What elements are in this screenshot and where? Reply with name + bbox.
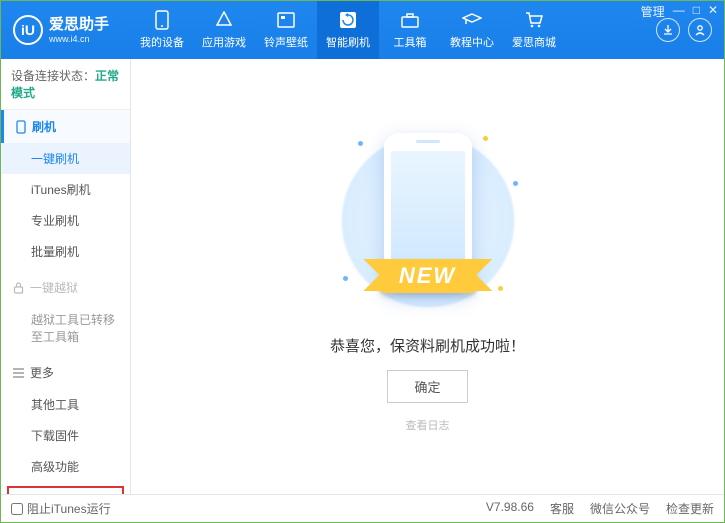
menu-icon: [13, 368, 24, 378]
status-bar: 阻止iTunes运行 V7.98.66 客服 微信公众号 检查更新: [1, 494, 724, 522]
phone-small-icon: [16, 120, 26, 134]
sidebar: 设备连接状态：正常模式 刷机 一键刷机 iTunes刷机 专业刷机 批量刷机 一…: [1, 59, 131, 494]
toolbox-icon: [400, 10, 420, 30]
brand-url: www.i4.cn: [49, 34, 109, 45]
phone-icon: [152, 10, 172, 30]
nav-label: 工具箱: [394, 34, 427, 50]
section-title: 一键越狱: [30, 279, 78, 296]
brand-logo-icon: iU: [13, 15, 43, 45]
sidebar-item-itunes[interactable]: iTunes刷机: [1, 174, 130, 205]
link-update[interactable]: 检查更新: [666, 500, 714, 517]
close-button[interactable]: ✕: [708, 3, 718, 20]
sidebar-item-other[interactable]: 其他工具: [1, 389, 130, 420]
sidebar-item-oneclick[interactable]: 一键刷机: [1, 143, 130, 174]
link-wechat[interactable]: 微信公众号: [590, 500, 650, 517]
nav-my-device[interactable]: 我的设备: [131, 1, 193, 59]
nav-label: 智能刷机: [326, 34, 370, 50]
options-highlighted: 自动激活 跳过向导: [7, 486, 124, 494]
success-illustration: NEW: [328, 121, 528, 321]
version-label: V7.98.66: [486, 500, 534, 517]
app-window: iU 爱思助手 www.i4.cn 我的设备 应用游戏 铃声壁纸 智能刷机 工具…: [0, 0, 725, 523]
nav-apps[interactable]: 应用游戏: [193, 1, 255, 59]
maximize-button[interactable]: □: [693, 3, 700, 20]
skin-button[interactable]: 管理: [641, 3, 665, 20]
nav-toolbox[interactable]: 工具箱: [379, 1, 441, 59]
nav-label: 爱思商城: [512, 34, 556, 50]
brand-name: 爱思助手: [49, 16, 109, 34]
nav-ringtone[interactable]: 铃声壁纸: [255, 1, 317, 59]
connection-status: 设备连接状态：正常模式: [1, 59, 130, 110]
sidebar-item-firmware[interactable]: 下载固件: [1, 420, 130, 451]
nav-label: 教程中心: [450, 34, 494, 50]
top-nav: 我的设备 应用游戏 铃声壁纸 智能刷机 工具箱 教程中心 爱思商城: [131, 1, 656, 59]
download-button[interactable]: [656, 18, 680, 42]
success-message: 恭喜您，保资料刷机成功啦！: [330, 335, 525, 356]
new-ribbon: NEW: [381, 259, 474, 293]
nav-store[interactable]: 爱思商城: [503, 1, 565, 59]
section-jailbreak[interactable]: 一键越狱: [1, 271, 130, 304]
sidebar-item-batch[interactable]: 批量刷机: [1, 236, 130, 267]
sidebar-item-advanced[interactable]: 高级功能: [1, 451, 130, 482]
nav-label: 我的设备: [140, 34, 184, 50]
link-support[interactable]: 客服: [550, 500, 574, 517]
section-title: 刷机: [32, 118, 56, 135]
refresh-icon: [338, 10, 358, 30]
title-bar: iU 爱思助手 www.i4.cn 我的设备 应用游戏 铃声壁纸 智能刷机 工具…: [1, 1, 724, 59]
section-title: 更多: [30, 364, 54, 381]
nav-flash[interactable]: 智能刷机: [317, 1, 379, 59]
window-controls: 管理 — □ ✕: [641, 3, 718, 20]
main-content: NEW 恭喜您，保资料刷机成功啦！ 确定 查看日志: [131, 59, 724, 494]
cart-icon: [524, 10, 544, 30]
lock-icon: [13, 282, 24, 294]
sidebar-item-pro[interactable]: 专业刷机: [1, 205, 130, 236]
brand: iU 爱思助手 www.i4.cn: [1, 1, 131, 59]
minimize-button[interactable]: —: [673, 3, 685, 20]
section-more[interactable]: 更多: [1, 356, 130, 389]
grad-cap-icon: [462, 10, 482, 30]
section-flash[interactable]: 刷机: [1, 110, 130, 143]
checkbox-input[interactable]: [11, 503, 23, 515]
nav-tutorial[interactable]: 教程中心: [441, 1, 503, 59]
checkbox-label: 阻止iTunes运行: [27, 500, 111, 517]
status-label: 设备连接状态：: [11, 69, 95, 83]
checkbox-block-itunes[interactable]: 阻止iTunes运行: [11, 500, 111, 517]
nav-label: 应用游戏: [202, 34, 246, 50]
apps-icon: [214, 10, 234, 30]
wallpaper-icon: [276, 10, 296, 30]
body: 设备连接状态：正常模式 刷机 一键刷机 iTunes刷机 专业刷机 批量刷机 一…: [1, 59, 724, 494]
ok-button[interactable]: 确定: [387, 370, 467, 403]
jailbreak-note: 越狱工具已转移至工具箱: [1, 304, 130, 352]
nav-label: 铃声壁纸: [264, 34, 308, 50]
user-button[interactable]: [688, 18, 712, 42]
view-log-link[interactable]: 查看日志: [406, 417, 450, 433]
